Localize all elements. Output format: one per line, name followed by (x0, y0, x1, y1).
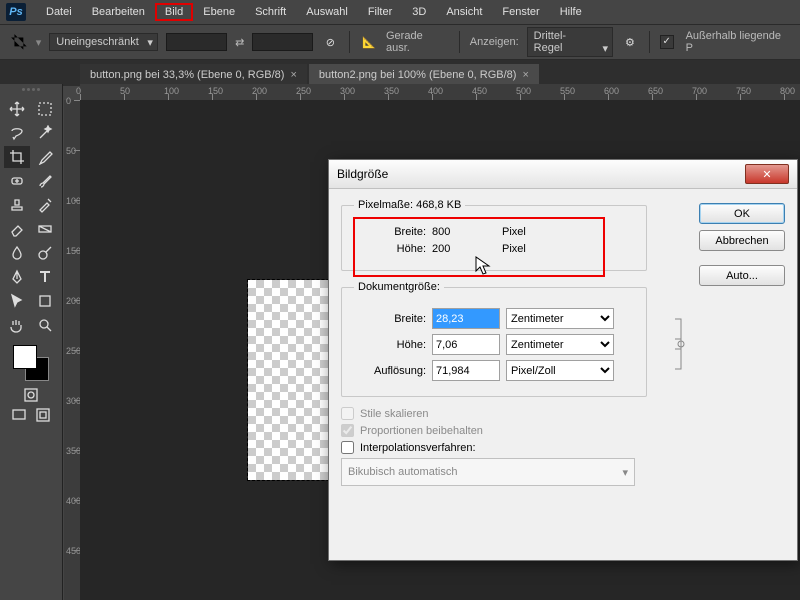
document-tab[interactable]: button.png bei 33,3% (Ebene 0, RGB/8)× (80, 64, 307, 86)
heal-tool[interactable] (4, 170, 30, 192)
menu-fenster[interactable]: Fenster (492, 3, 549, 21)
menu-schrift[interactable]: Schrift (245, 3, 296, 21)
dialog-title: Bildgröße (337, 167, 388, 181)
resample-label: Interpolationsverfahren: (360, 442, 476, 454)
link-icon[interactable] (673, 317, 689, 371)
menu-filter[interactable]: Filter (358, 3, 402, 21)
lasso-tool[interactable] (4, 122, 30, 144)
clear-icon[interactable]: ⊘ (321, 33, 339, 51)
swap-icon[interactable]: ⇄ (235, 36, 244, 49)
ok-button[interactable]: OK (699, 203, 785, 224)
resample-checkbox[interactable] (341, 441, 354, 454)
gradient-tool[interactable] (32, 218, 58, 240)
resample-row[interactable]: Interpolationsverfahren: (341, 441, 785, 454)
scale-styles-label: Stile skalieren (360, 408, 428, 420)
blur-tool[interactable] (4, 242, 30, 264)
eyedropper-tool[interactable] (32, 146, 58, 168)
eraser-tool[interactable] (4, 218, 30, 240)
pen-tool[interactable] (4, 266, 30, 288)
close-button[interactable]: ✕ (745, 164, 789, 184)
view-label: Anzeigen: (470, 36, 519, 48)
menu-bar: Ps DateiBearbeitenBildEbeneSchriftAuswah… (0, 0, 800, 25)
image-size-dialog: Bildgröße ✕ Pixelmaße: 468,8 KB Breite: … (328, 159, 798, 561)
menu-auswahl[interactable]: Auswahl (296, 3, 358, 21)
menu-bild[interactable]: Bild (155, 3, 193, 21)
doc-height-unit-dropdown[interactable]: Zentimeter (506, 334, 614, 355)
constrain-prop-row: Proportionen beibehalten (341, 424, 785, 437)
toolbox (0, 84, 63, 600)
marquee-tool[interactable] (32, 98, 58, 120)
pixel-width-label: Breite: (354, 226, 426, 238)
outside-crop-checkbox[interactable] (660, 35, 674, 49)
crop-tool-icon (10, 33, 28, 51)
color-swatch[interactable] (11, 343, 51, 381)
options-bar: ▾ Uneingeschränkt ▾ ⇄ ⊘ 📐 Gerade ausr. A… (0, 25, 800, 60)
menu-3d[interactable]: 3D (402, 3, 436, 21)
quickmask-icon[interactable] (20, 386, 42, 404)
crop-height-field[interactable] (252, 33, 313, 51)
gear-icon[interactable]: ⚙ (621, 33, 639, 51)
menu-ebene[interactable]: Ebene (193, 3, 245, 21)
doc-width-unit-dropdown[interactable]: Zentimeter (506, 308, 614, 329)
dialog-titlebar[interactable]: Bildgröße ✕ (329, 160, 797, 189)
screenmode2-icon[interactable] (32, 406, 54, 424)
resolution-field[interactable] (432, 360, 500, 381)
resolution-unit-dropdown[interactable]: Pixel/Zoll (506, 360, 614, 381)
vertical-ruler: 050100150200250300350400450 (64, 100, 81, 600)
menu-bearbeiten[interactable]: Bearbeiten (82, 3, 155, 21)
hand-tool[interactable] (4, 314, 30, 336)
path-select-tool[interactable] (4, 290, 30, 312)
pixel-height-unit: Pixel (502, 243, 598, 255)
horizontal-ruler: 0501001502002503003504004505005506006507… (80, 84, 800, 101)
document-tab[interactable]: button2.png bei 100% (Ebene 0, RGB/8)× (309, 64, 539, 86)
doc-width-label: Breite: (354, 313, 426, 325)
tab-close-icon[interactable]: × (522, 69, 528, 81)
screenmode-icon[interactable] (8, 406, 30, 424)
pixel-height-label: Höhe: (354, 243, 426, 255)
shape-tool[interactable] (32, 290, 58, 312)
zoom-tool[interactable] (32, 314, 58, 336)
doc-width-field[interactable] (432, 308, 500, 329)
menu-datei[interactable]: Datei (36, 3, 82, 21)
doc-height-field[interactable] (432, 334, 500, 355)
straighten-label[interactable]: Gerade ausr. (386, 30, 449, 54)
scale-styles-row: Stile skalieren (341, 407, 785, 420)
constrain-dropdown[interactable]: Uneingeschränkt ▾ (49, 33, 158, 51)
doc-height-label: Höhe: (354, 339, 426, 351)
view-dropdown[interactable]: Drittel-Regel ▾ (527, 27, 613, 57)
app-logo: Ps (6, 3, 26, 21)
history-brush-tool[interactable] (32, 194, 58, 216)
pixel-width-unit: Pixel (502, 226, 598, 238)
pixel-dimensions-group: Pixelmaße: 468,8 KB Breite: 800 Pixel Hö… (341, 199, 647, 271)
type-tool[interactable] (32, 266, 58, 288)
wand-tool[interactable] (32, 122, 58, 144)
scale-styles-checkbox (341, 407, 354, 420)
pixel-dimensions-legend: Pixelmaße: 468,8 KB (354, 199, 465, 211)
auto-button[interactable]: Auto... (699, 265, 785, 286)
menu-hilfe[interactable]: Hilfe (550, 3, 592, 21)
resample-method-dropdown: Bikubisch automatisch▾ (341, 458, 635, 486)
constrain-prop-checkbox (341, 424, 354, 437)
document-tab-bar: button.png bei 33,3% (Ebene 0, RGB/8)×bu… (0, 60, 800, 86)
crop-width-field[interactable] (166, 33, 227, 51)
brush-tool[interactable] (32, 170, 58, 192)
dodge-tool[interactable] (32, 242, 58, 264)
crop-tool[interactable] (4, 146, 30, 168)
straighten-icon[interactable]: 📐 (360, 33, 378, 51)
pixel-width-value: 800 (432, 226, 496, 238)
move-tool[interactable] (4, 98, 30, 120)
document-size-legend: Dokumentgröße: (354, 281, 444, 293)
stamp-tool[interactable] (4, 194, 30, 216)
resolution-label: Auflösung: (354, 365, 426, 377)
menu-ansicht[interactable]: Ansicht (436, 3, 492, 21)
pixel-height-value: 200 (432, 243, 496, 255)
outside-crop-label: Außerhalb liegende P (686, 30, 790, 54)
cancel-button[interactable]: Abbrechen (699, 230, 785, 251)
document-size-group: Dokumentgröße: Breite: Zentimeter Höhe: … (341, 281, 647, 397)
resample-method-label: Bikubisch automatisch (348, 466, 457, 478)
constrain-prop-label: Proportionen beibehalten (360, 425, 483, 437)
tab-close-icon[interactable]: × (290, 69, 296, 81)
